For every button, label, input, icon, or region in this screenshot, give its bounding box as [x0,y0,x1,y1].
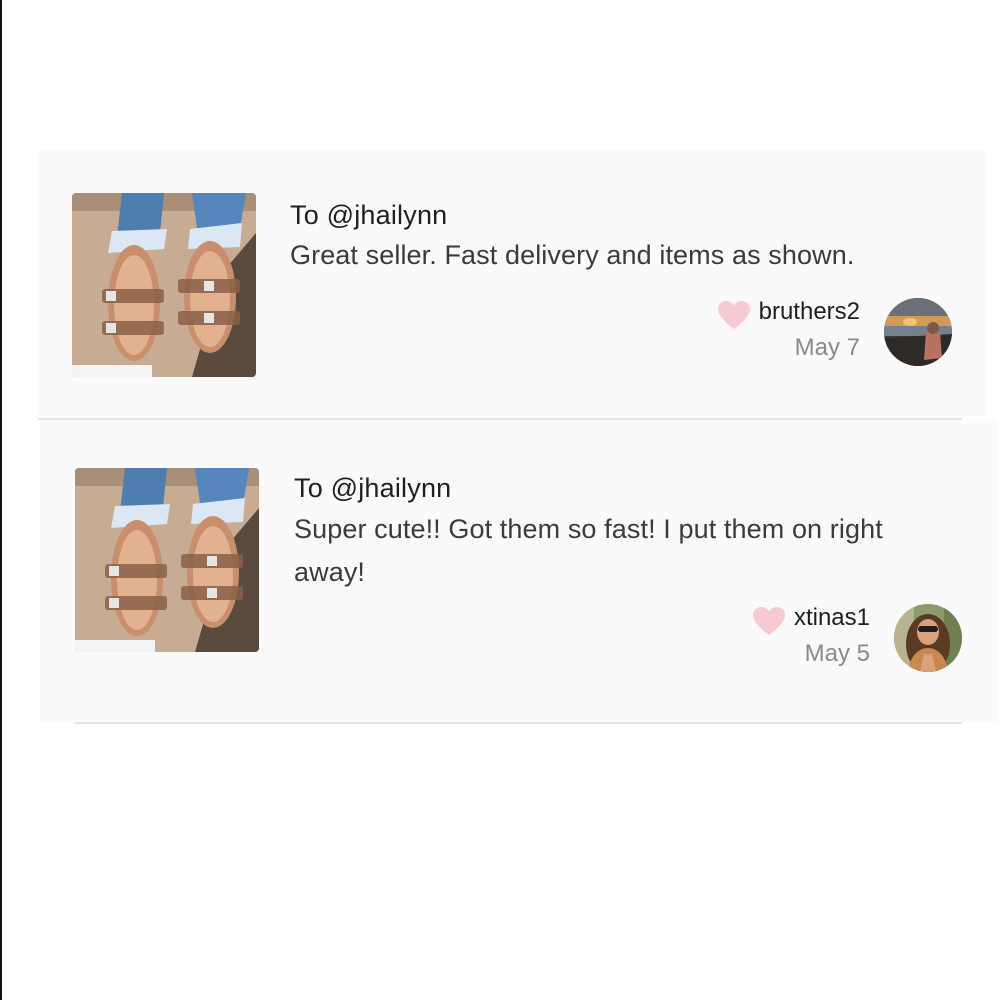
reviewer-username[interactable]: bruthers2 [759,296,860,328]
reviews-page: To @jhailynn Great seller. Fast delivery… [0,0,1000,1000]
product-thumbnail[interactable] [75,468,259,652]
reviewer-meta: bruthers2 May 7 [759,296,860,368]
sunset-avatar-icon [884,298,952,366]
reviewer-block: bruthers2 May 7 [717,296,952,368]
review-date: May 5 [804,640,870,667]
review-recipient: To @jhailynn [290,200,448,230]
review-card: To @jhailynn Great seller. Fast delivery… [38,150,986,416]
portrait-avatar-icon [894,604,962,672]
left-border [0,0,2,1000]
product-thumbnail[interactable] [72,193,256,377]
reviewer-block: xtinas1 May 5 [752,602,962,674]
sandals-photo-icon [75,468,259,652]
reviewer-meta: xtinas1 May 5 [794,602,870,674]
review-text: Super cute!! Got them so fast! I put the… [294,514,883,587]
review-card: To @jhailynn Super cute!! Got them so fa… [40,420,998,722]
review-recipient: To @jhailynn [294,473,452,503]
avatar[interactable] [894,604,962,672]
reviewer-username[interactable]: xtinas1 [794,602,870,634]
avatar[interactable] [884,298,952,366]
review-date: May 7 [794,334,860,361]
heart-icon[interactable] [752,606,786,636]
heart-icon[interactable] [717,300,751,330]
review-divider [75,722,962,724]
review-text: Great seller. Fast delivery and items as… [290,240,855,270]
sandals-photo-icon [72,193,256,377]
